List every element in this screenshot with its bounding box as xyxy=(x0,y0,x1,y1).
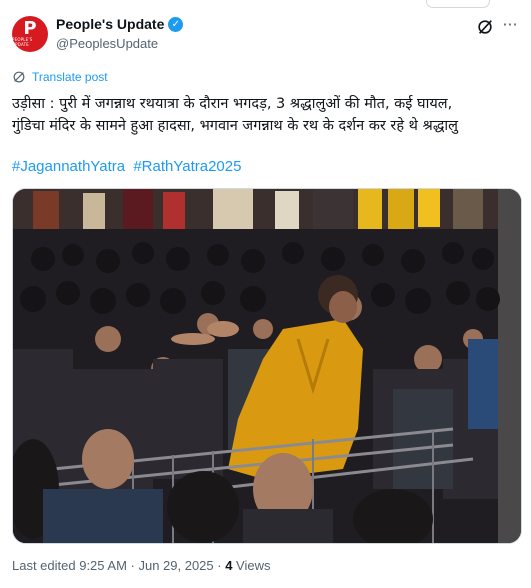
crowd-photo xyxy=(13,189,521,543)
grok-icon[interactable] xyxy=(476,18,494,36)
avatar-caption: PEOPLE'S UPDATE xyxy=(12,37,33,47)
display-name[interactable]: People's Update xyxy=(56,16,164,32)
avatar-letter: P xyxy=(23,18,37,39)
hashtag-link[interactable]: #JagannathYatra xyxy=(12,158,125,175)
post-header: P PEOPLE'S UPDATE People's Update ✓ @Peo… xyxy=(12,14,520,58)
translate-post[interactable]: Translate post xyxy=(12,70,108,84)
name-line: People's Update ✓ xyxy=(56,16,184,32)
views-label: Views xyxy=(232,558,271,573)
avatar[interactable]: P PEOPLE'S UPDATE xyxy=(12,16,48,52)
post-media-photo[interactable] xyxy=(12,188,522,544)
translate-label: Translate post xyxy=(32,70,108,84)
top-pill-edge[interactable] xyxy=(426,0,490,8)
post-text-line: उड़ीसा : पुरी में जगन्नाथ रथयात्रा के दौ… xyxy=(12,96,453,112)
translate-icon xyxy=(13,71,25,83)
post-text: उड़ीसा : पुरी में जगन्नाथ रथयात्रा के दौ… xyxy=(12,93,520,137)
timestamp[interactable]: Last edited 9:25 AM · Jun 29, 2025 · xyxy=(12,558,225,573)
hashtag-link[interactable]: #RathYatra2025 xyxy=(133,158,241,175)
more-icon[interactable]: ··· xyxy=(500,16,520,36)
handle[interactable]: @PeoplesUpdate xyxy=(56,36,158,51)
post-footer: Last edited 9:25 AM · Jun 29, 2025 · 4 V… xyxy=(12,558,271,573)
hashtags: #JagannathYatra #RathYatra2025 xyxy=(12,158,245,175)
verified-badge-icon: ✓ xyxy=(168,16,184,32)
post-text-line: गुंडिचा मंदिर के सामने हुआ हादसा, भगवान … xyxy=(12,118,458,134)
